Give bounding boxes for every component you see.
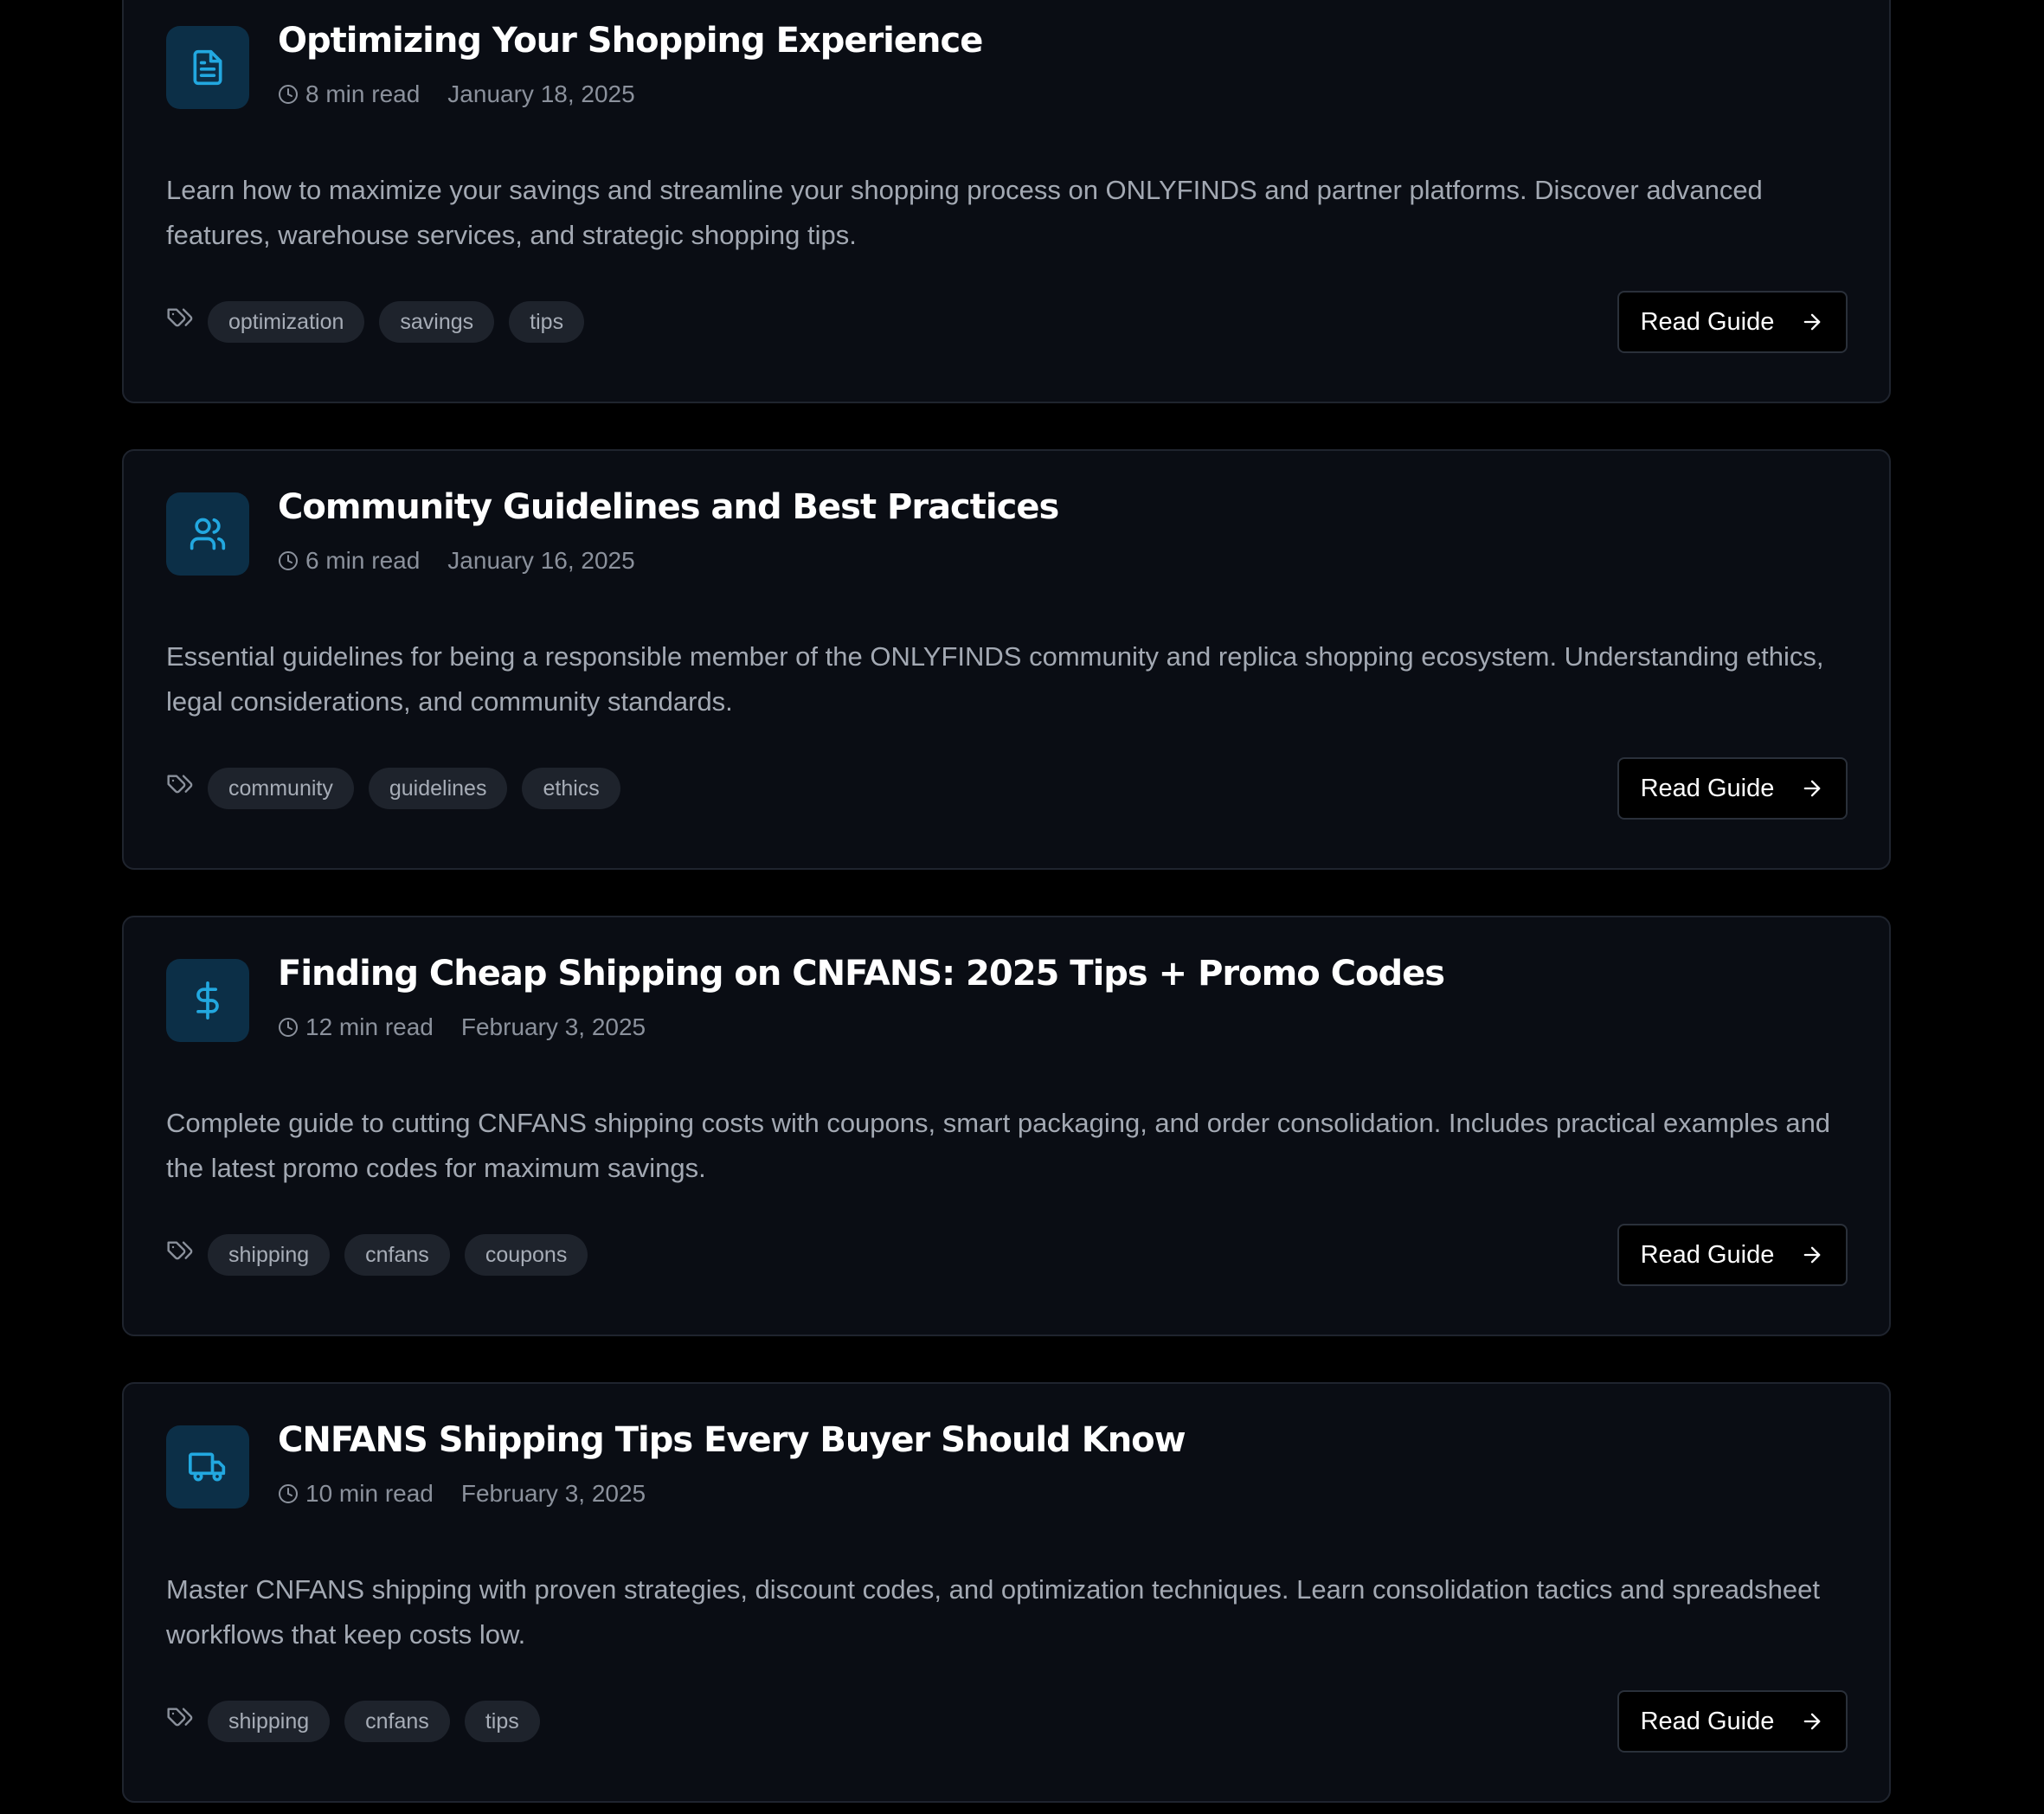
read-time: 12 min read xyxy=(305,1013,434,1040)
truck-icon xyxy=(189,1452,226,1482)
clock-icon xyxy=(279,1484,298,1503)
tag-chip[interactable]: tips xyxy=(509,301,585,343)
guide-card[interactable]: CNFANS Shipping Tips Every Buyer Should … xyxy=(122,1382,1891,1803)
guide-title[interactable]: Community Guidelines and Best Practices xyxy=(278,486,1059,529)
dollar-icon xyxy=(196,981,219,1020)
guide-icon-tile xyxy=(166,26,249,109)
guide-description: Learn how to maximize your savings and s… xyxy=(166,175,1763,250)
read-guide-label: Read Guide xyxy=(1640,1707,1775,1735)
guide-description: Master CNFANS shipping with proven strat… xyxy=(166,1574,1821,1650)
tag-chip[interactable]: ethics xyxy=(522,768,620,809)
tags-icon xyxy=(167,775,193,794)
guide-meta: 8 min read January 18, 2025 xyxy=(278,80,635,109)
guide-title[interactable]: CNFANS Shipping Tips Every Buyer Should … xyxy=(278,1418,1186,1462)
read-guide-button[interactable]: Read Guide xyxy=(1617,291,1848,353)
clock-icon xyxy=(279,551,298,570)
clock-icon xyxy=(279,85,298,104)
tag-chip[interactable]: cnfans xyxy=(344,1234,450,1276)
arrow-right-icon xyxy=(1804,1713,1821,1730)
guide-icon-tile xyxy=(166,492,249,576)
publish-date: January 18, 2025 xyxy=(447,80,635,107)
guide-icon-tile xyxy=(166,1425,249,1508)
tag-chip[interactable]: shipping xyxy=(208,1701,331,1742)
guide-card[interactable]: Optimizing Your Shopping Experience 8 mi… xyxy=(122,0,1891,403)
guide-card[interactable]: Finding Cheap Shipping on CNFANS: 2025 T… xyxy=(122,916,1891,1336)
tag-chip[interactable]: community xyxy=(208,768,354,809)
tag-chip[interactable]: optimization xyxy=(208,301,365,343)
tag-chip[interactable]: cnfans xyxy=(344,1701,450,1742)
read-time: 6 min read xyxy=(305,547,421,574)
read-time: 10 min read xyxy=(305,1480,434,1507)
tag-chip[interactable]: savings xyxy=(379,301,495,343)
read-guide-label: Read Guide xyxy=(1640,774,1775,802)
read-guide-button[interactable]: Read Guide xyxy=(1617,757,1848,820)
guide-meta: 12 min read February 3, 2025 xyxy=(278,1013,646,1042)
tag-list: community guidelines ethics xyxy=(166,768,635,809)
arrow-right-icon xyxy=(1804,1246,1821,1264)
guide-title[interactable]: Finding Cheap Shipping on CNFANS: 2025 T… xyxy=(278,952,1445,995)
publish-date: February 3, 2025 xyxy=(460,1480,646,1507)
read-guide-button[interactable]: Read Guide xyxy=(1617,1224,1848,1286)
tag-list: optimization savings tips xyxy=(166,301,599,343)
guide-card[interactable]: Community Guidelines and Best Practices … xyxy=(122,449,1891,870)
tags-icon xyxy=(167,308,193,327)
read-guide-label: Read Guide xyxy=(1640,307,1775,336)
tag-chip[interactable]: shipping xyxy=(208,1234,331,1276)
tags-icon xyxy=(167,1708,193,1727)
tag-list: shipping cnfans tips xyxy=(166,1701,555,1742)
document-icon xyxy=(193,49,222,86)
guide-description: Complete guide to cutting CNFANS shippin… xyxy=(166,1108,1831,1183)
tag-chip[interactable]: guidelines xyxy=(368,768,508,809)
guide-meta: 10 min read February 3, 2025 xyxy=(278,1479,646,1508)
guide-icon-tile xyxy=(166,959,249,1042)
guide-description: Essential guidelines for being a respons… xyxy=(166,641,1824,717)
read-time: 8 min read xyxy=(305,80,421,107)
arrow-right-icon xyxy=(1804,313,1821,331)
users-icon xyxy=(190,518,226,550)
publish-date: February 3, 2025 xyxy=(460,1013,646,1040)
tags-icon xyxy=(167,1241,193,1260)
guide-title[interactable]: Optimizing Your Shopping Experience xyxy=(278,19,983,62)
read-guide-label: Read Guide xyxy=(1640,1240,1775,1269)
tag-chip[interactable]: coupons xyxy=(464,1234,588,1276)
clock-icon xyxy=(279,1018,298,1037)
tag-chip[interactable]: tips xyxy=(464,1701,540,1742)
arrow-right-icon xyxy=(1804,780,1821,797)
tag-list: shipping cnfans coupons xyxy=(166,1234,602,1276)
publish-date: January 16, 2025 xyxy=(447,547,635,574)
guide-meta: 6 min read January 16, 2025 xyxy=(278,546,635,576)
read-guide-button[interactable]: Read Guide xyxy=(1617,1690,1848,1753)
